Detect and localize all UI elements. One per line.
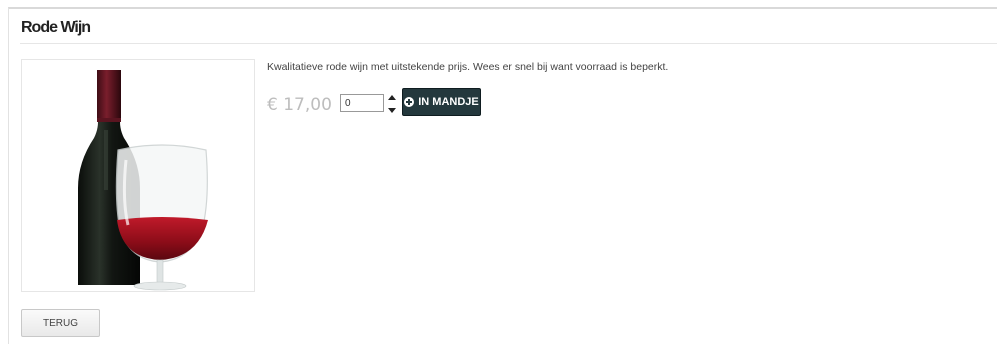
back-button[interactable]: TERUG — [21, 309, 100, 337]
add-to-cart-label: IN MANDJE — [418, 96, 479, 108]
quantity-stepper[interactable] — [386, 93, 398, 115]
add-to-cart-button[interactable]: IN MANDJE — [402, 88, 481, 116]
quantity-input[interactable] — [340, 94, 384, 112]
product-description: Kwalitatieve rode wijn met uitstekende p… — [267, 61, 669, 73]
back-button-label: TERUG — [43, 317, 78, 329]
product-image — [21, 59, 255, 292]
product-panel: Rode Wijn Kwalitatieve rode wijn met uit… — [8, 7, 997, 344]
decrement-icon[interactable] — [388, 108, 396, 113]
increment-icon[interactable] — [388, 95, 396, 100]
page-title: Rode Wijn — [21, 19, 91, 36]
plus-circle-icon — [404, 97, 415, 107]
wine-image-icon — [78, 70, 208, 291]
title-divider — [20, 43, 997, 44]
product-price: € 17,00 — [267, 95, 332, 115]
